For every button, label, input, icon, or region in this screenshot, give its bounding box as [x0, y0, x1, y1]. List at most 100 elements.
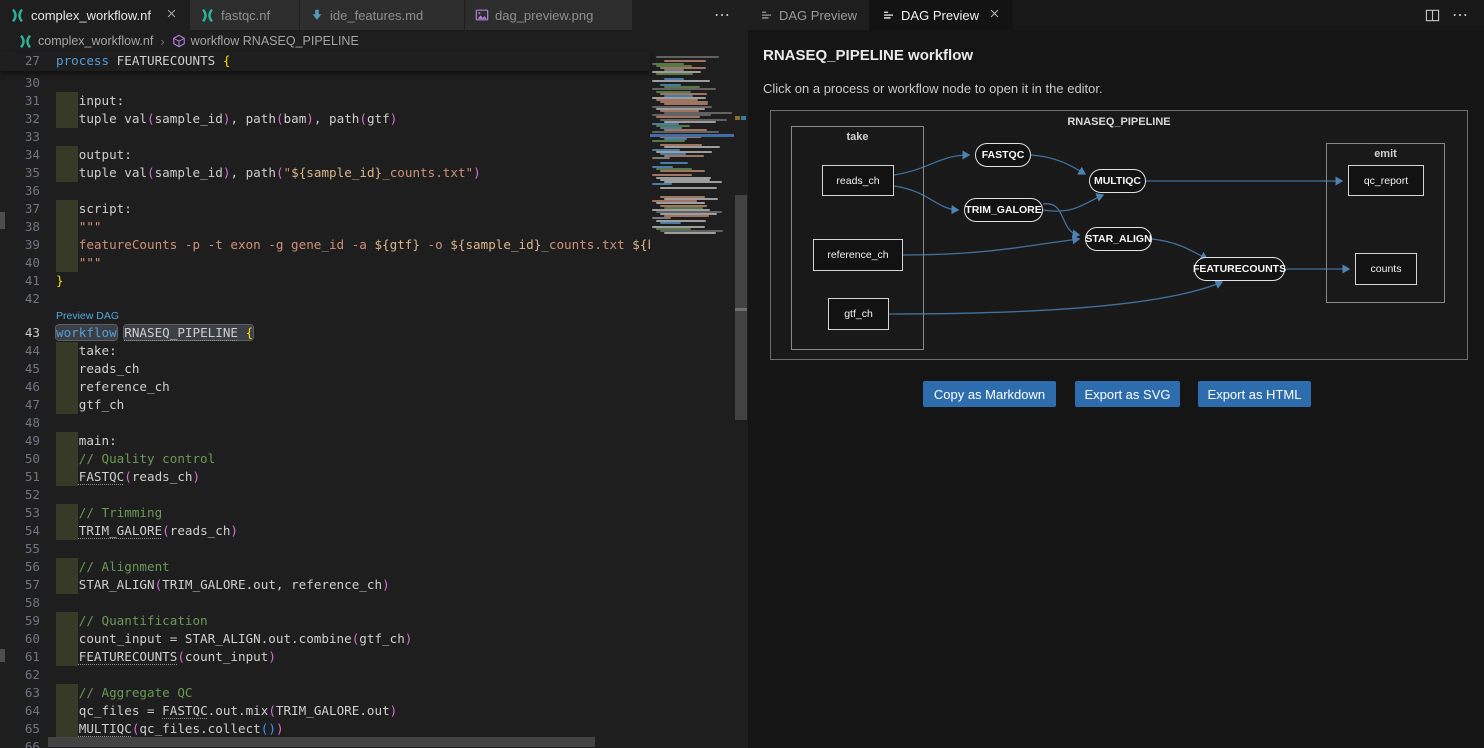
code-line: 40 """	[0, 254, 650, 272]
dag-channel-reference_ch[interactable]: reference_ch	[813, 239, 903, 271]
panel-tab-dag-preview[interactable]: DAG Preview	[748, 0, 870, 30]
code-line: 48	[0, 414, 650, 432]
code-line: 45 reads_ch	[0, 360, 650, 378]
codelens-preview-dag-link[interactable]: Preview DAG	[56, 308, 119, 324]
dag-channel-counts[interactable]: counts	[1355, 253, 1417, 285]
minimap-line	[660, 170, 705, 172]
dag-process-FEATURECOUNTS[interactable]: FEATURECOUNTS	[1194, 257, 1285, 281]
minimap-selection-mark	[650, 134, 734, 137]
dag-process-TRIM_GALORE[interactable]: TRIM_GALORE	[964, 198, 1043, 222]
line-number: 58	[0, 594, 40, 612]
dag-diagram: RNASEQ_PIPELINE takereads_chreference_ch…	[770, 110, 1468, 360]
code-line: 46 reference_ch	[0, 378, 650, 396]
editor-tab-complex_workflow.nf[interactable]: complex_workflow.nf	[0, 0, 190, 30]
line-number: 59	[0, 612, 40, 630]
line-number: 27	[0, 52, 40, 70]
horizontal-scrollbar-thumb[interactable]	[48, 737, 595, 747]
editor-tab-dag_preview.png[interactable]: dag_preview.png	[465, 0, 633, 30]
breadcrumb-separator: ›	[160, 34, 164, 49]
code-text: """	[56, 254, 102, 272]
code-text: count_input = STAR_ALIGN.out.combine(gtf…	[56, 630, 412, 648]
dag-process-MULTIQC[interactable]: MULTIQC	[1089, 169, 1146, 193]
ide-window: complex_workflow.nf fastqc.nf ide_features…	[0, 0, 1484, 748]
overview-ruler-cursor-mark	[735, 308, 747, 311]
dag-channel-qc_report[interactable]: qc_report	[1348, 165, 1424, 196]
nextflow-icon	[18, 34, 33, 49]
code-line: 59 // Quantification	[0, 612, 650, 630]
code-text: // Trimming	[56, 504, 162, 522]
code-line: 27 process FEATURECOUNTS {	[0, 52, 650, 71]
line-number: 35	[0, 164, 40, 182]
breadcrumb-item[interactable]: workflow RNASEQ_PIPELINE	[191, 34, 359, 48]
close-icon[interactable]	[163, 8, 179, 22]
sticky-scroll-line[interactable]: 27 process FEATURECOUNTS {	[0, 52, 650, 71]
dag-process-FASTQC[interactable]: FASTQC	[975, 143, 1031, 167]
dag-process-STAR_ALIGN[interactable]: STAR_ALIGN	[1085, 227, 1152, 251]
minimap-line	[660, 162, 688, 164]
line-number: 30	[0, 74, 40, 92]
line-number: 64	[0, 702, 40, 720]
line-number: 65	[0, 720, 40, 738]
minimap-line	[656, 56, 719, 58]
code-text: MULTIQC(qc_files.collect())	[56, 720, 284, 738]
export-as-svg-button[interactable]: Export as SVG	[1075, 381, 1180, 407]
code-line: 47 gtf_ch	[0, 396, 650, 414]
code-text: // Quality control	[56, 450, 215, 468]
editor-tab-bar: complex_workflow.nf fastqc.nf ide_features…	[0, 0, 748, 30]
code-line: 35 tuple val(sample_id), path("${sample_…	[0, 164, 650, 182]
line-number: 43	[0, 324, 40, 342]
code-line: 34 output:	[0, 146, 650, 164]
code-text: reference_ch	[56, 378, 170, 396]
vertical-scrollbar[interactable]	[734, 52, 748, 748]
editor-more-actions-button[interactable]: ⋯	[714, 5, 748, 25]
cube-icon	[172, 34, 186, 48]
dag-edge-FASTQC-to-MULTIQC	[1031, 155, 1085, 174]
code-text: process FEATURECOUNTS {	[56, 52, 230, 70]
line-number: 53	[0, 504, 40, 522]
line-number: 31	[0, 92, 40, 110]
line-number: 55	[0, 540, 40, 558]
line-number: 41	[0, 272, 40, 290]
dag-group-label: take	[792, 131, 923, 143]
code-line: 39 featureCounts -p -t exon -g gene_id -…	[0, 236, 650, 254]
codelens-row: Preview DAG	[0, 308, 650, 324]
minimap-line	[664, 155, 704, 157]
close-icon[interactable]	[989, 8, 1000, 22]
code-line: 53 // Trimming	[0, 504, 650, 522]
panel-tab-dag-preview[interactable]: DAG Preview	[870, 0, 1013, 30]
split-editor-icon[interactable]	[1425, 8, 1440, 23]
breadcrumb[interactable]: complex_workflow.nf › workflow RNASEQ_PIPE…	[0, 30, 748, 52]
code-text: // Alignment	[56, 558, 170, 576]
code-line: 57 STAR_ALIGN(TRIM_GALORE.out, reference…	[0, 576, 650, 594]
tab-label: dag_preview.png	[495, 8, 593, 23]
editor-tab-ide_features.md[interactable]: ide_features.md	[300, 0, 465, 30]
code-line: 44 take:	[0, 342, 650, 360]
nextflow-icon	[200, 8, 215, 23]
export-as-html-button[interactable]: Export as HTML	[1198, 381, 1311, 407]
dag-edge-gtf_ch-to-FEATURECOUNTS	[889, 282, 1222, 314]
dag-channel-gtf_ch[interactable]: gtf_ch	[828, 298, 889, 330]
line-number: 66	[0, 738, 40, 748]
line-number: 49	[0, 432, 40, 450]
gutter-decoration	[0, 649, 5, 662]
minimap[interactable]	[650, 52, 734, 748]
tab-label: fastqc.nf	[221, 8, 270, 23]
dag-edge-reference_ch-to-STAR_ALIGN	[903, 239, 1079, 255]
panel-more-actions-button[interactable]: ⋯	[1452, 5, 1470, 25]
minimap-line	[660, 187, 717, 189]
line-number: 54	[0, 522, 40, 540]
code-line: 60 count_input = STAR_ALIGN.out.combine(…	[0, 630, 650, 648]
breadcrumb-item[interactable]: complex_workflow.nf	[38, 34, 153, 48]
line-number: 40	[0, 254, 40, 272]
line-number: 45	[0, 360, 40, 378]
code-text: """	[56, 218, 102, 236]
dag-channel-reads_ch[interactable]: reads_ch	[822, 165, 894, 196]
code-text: script:	[56, 200, 132, 218]
editor-tab-fastqc.nf[interactable]: fastqc.nf	[190, 0, 300, 30]
code-line: 43workflow RNASEQ_PIPELINE {	[0, 324, 650, 342]
line-number: 48	[0, 414, 40, 432]
code-area[interactable]: 3031 input:32 tuple val(sample_id), path…	[0, 52, 650, 748]
copy-as-markdown-button[interactable]: Copy as Markdown	[923, 381, 1056, 407]
overview-ruler-mark	[735, 116, 740, 120]
line-number: 52	[0, 486, 40, 504]
